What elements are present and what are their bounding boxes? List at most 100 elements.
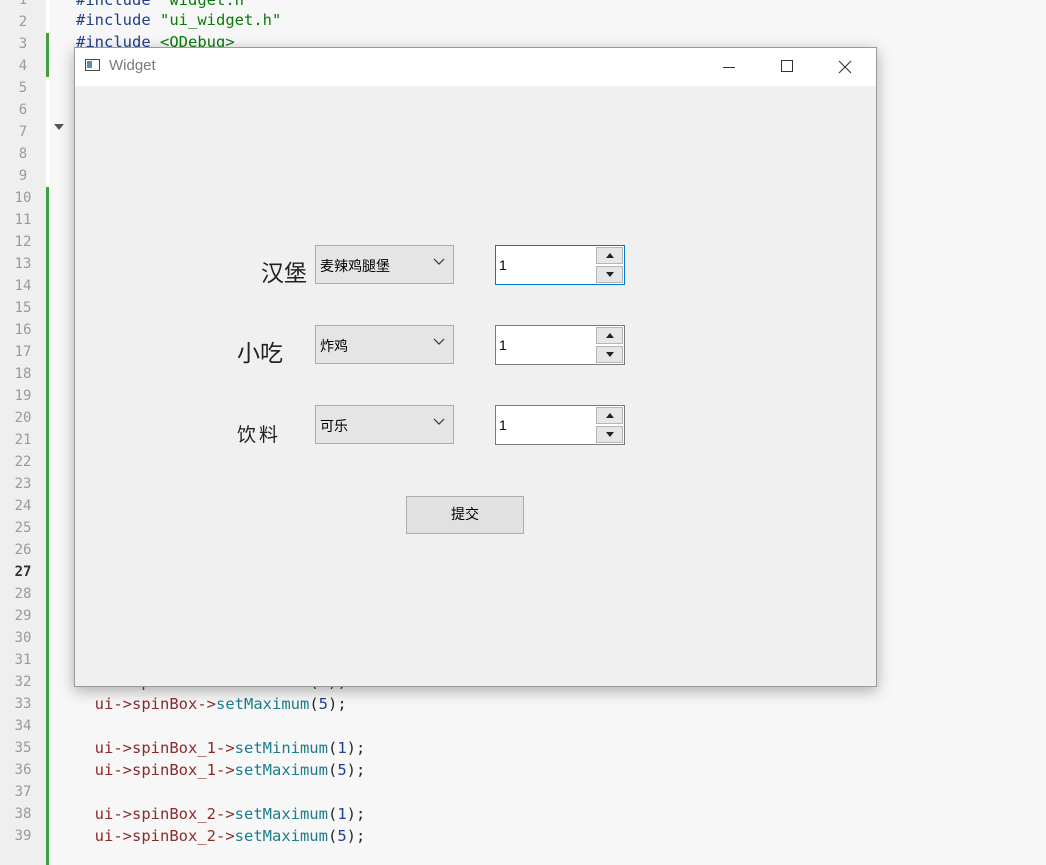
line-number: 17 bbox=[14, 344, 32, 360]
line-number: 16 bbox=[14, 322, 32, 338]
spinbox-buttons bbox=[596, 407, 623, 443]
code-line[interactable]: ui->spinBox_1->setMaximum(5); bbox=[76, 759, 366, 781]
combo-drink[interactable]: 可乐 bbox=[315, 405, 454, 444]
change-marker bbox=[46, 33, 49, 77]
line-number: 21 bbox=[14, 432, 32, 448]
line-number: 13 bbox=[14, 256, 32, 272]
code-line[interactable]: ui->spinBox->setMaximum(5); bbox=[76, 693, 347, 715]
widget-client-area: 汉堡 麦辣鸡腿堡 1 小吃 炸鸡 1 饮料 可乐 1 提交 bbox=[75, 86, 876, 686]
code-punct: ( bbox=[309, 695, 319, 713]
line-number: 2 bbox=[18, 14, 28, 30]
code-punct: ); bbox=[346, 805, 366, 823]
line-number: 36 bbox=[14, 762, 32, 778]
line-number: 25 bbox=[14, 520, 32, 536]
arrow-down-icon bbox=[606, 352, 614, 357]
maximize-button[interactable] bbox=[758, 48, 816, 86]
code-punct: ); bbox=[346, 739, 366, 757]
code-line[interactable]: ui->spinBox_1->setMinimum(1); bbox=[76, 737, 366, 759]
chevron-down-icon bbox=[433, 338, 445, 345]
spin-down-button[interactable] bbox=[596, 426, 623, 443]
line-number: 27 bbox=[14, 564, 32, 580]
label-snack: 小吃 bbox=[237, 341, 283, 367]
code-object: ui->spinBox_1-> bbox=[94, 761, 235, 779]
title-bar[interactable]: Widget bbox=[75, 48, 876, 86]
code-number: 5 bbox=[318, 695, 329, 713]
spinbox-drink-value: 1 bbox=[499, 417, 507, 433]
code-number: 1 bbox=[337, 739, 347, 757]
spinbox-drink[interactable]: 1 bbox=[495, 405, 625, 445]
line-number: 10 bbox=[14, 190, 32, 206]
line-number: 30 bbox=[14, 630, 32, 646]
code-line[interactable]: ui->spinBox_2->setMaximum(1); bbox=[76, 803, 366, 825]
code-punct: ); bbox=[346, 827, 366, 845]
line-number: 37 bbox=[14, 784, 32, 800]
line-number: 24 bbox=[14, 498, 32, 514]
spinbox-buttons bbox=[596, 327, 623, 363]
line-number: 39 bbox=[14, 828, 32, 844]
code-object: ui->spinBox_2-> bbox=[94, 805, 235, 823]
line-number: 31 bbox=[14, 652, 32, 668]
line-number: 29 bbox=[14, 608, 32, 624]
code-object: ui->spinBox_2-> bbox=[94, 827, 235, 845]
line-number: 18 bbox=[14, 366, 32, 382]
spinbox-burger[interactable]: 1 bbox=[495, 245, 625, 285]
spin-down-button[interactable] bbox=[596, 266, 623, 283]
code-punct: ( bbox=[327, 827, 338, 845]
label-burger: 汉堡 bbox=[261, 261, 307, 287]
line-number: 6 bbox=[18, 102, 28, 118]
spinbox-buttons bbox=[596, 247, 623, 283]
code-function: setMinimum bbox=[234, 739, 328, 757]
combo-drink-value: 可乐 bbox=[320, 418, 348, 434]
spin-up-button[interactable] bbox=[596, 247, 623, 264]
code-number: 5 bbox=[337, 827, 347, 845]
combo-snack[interactable]: 炸鸡 bbox=[315, 325, 454, 364]
line-number: 14 bbox=[14, 278, 32, 294]
spin-up-button[interactable] bbox=[596, 327, 623, 344]
code-keyword: #include bbox=[76, 11, 160, 29]
code-punct: ( bbox=[327, 805, 338, 823]
code-function: setMaximum bbox=[234, 761, 328, 779]
code-string: "widget.h" bbox=[160, 0, 254, 9]
line-number: 38 bbox=[14, 806, 32, 822]
arrow-up-icon bbox=[606, 333, 614, 338]
label-drink: 饮料 bbox=[237, 424, 282, 446]
combo-burger-value: 麦辣鸡腿堡 bbox=[320, 258, 390, 274]
arrow-up-icon bbox=[606, 253, 614, 258]
line-number: 35 bbox=[14, 740, 32, 756]
code-line[interactable]: ui->spinBox_2->setMaximum(5); bbox=[76, 825, 366, 847]
line-number: 23 bbox=[14, 476, 32, 492]
qt-window-icon bbox=[85, 59, 100, 71]
line-number: 32 bbox=[14, 674, 32, 690]
code-number: 1 bbox=[337, 805, 347, 823]
chevron-down-icon bbox=[433, 258, 445, 265]
submit-button[interactable]: 提交 bbox=[406, 496, 524, 534]
line-number: 28 bbox=[14, 586, 32, 602]
combo-burger[interactable]: 麦辣鸡腿堡 bbox=[315, 245, 454, 284]
close-button[interactable] bbox=[816, 48, 874, 86]
window-title: Widget bbox=[109, 57, 156, 74]
spin-up-button[interactable] bbox=[596, 407, 623, 424]
minimize-button[interactable] bbox=[700, 48, 758, 86]
arrow-down-icon bbox=[606, 272, 614, 277]
widget-window[interactable]: Widget 汉堡 麦辣鸡腿堡 1 小吃 炸鸡 1 饮料 可乐 1 提交 bbox=[74, 47, 877, 687]
code-object: ui->spinBox-> bbox=[94, 695, 216, 713]
chevron-down-icon bbox=[433, 418, 445, 425]
line-number: 1 bbox=[18, 0, 28, 8]
spin-down-button[interactable] bbox=[596, 346, 623, 363]
code-punct: ); bbox=[328, 695, 347, 713]
spinbox-snack[interactable]: 1 bbox=[495, 325, 625, 365]
code-string: "ui_widget.h" bbox=[160, 11, 282, 29]
change-marker bbox=[46, 187, 49, 865]
line-number: 34 bbox=[14, 718, 32, 734]
arrow-up-icon bbox=[606, 413, 614, 418]
line-number: 11 bbox=[14, 212, 32, 228]
code-line[interactable]: #include "ui_widget.h" bbox=[76, 9, 281, 31]
line-number: 26 bbox=[14, 542, 32, 558]
close-icon bbox=[838, 60, 852, 74]
line-number: 9 bbox=[18, 168, 28, 184]
line-number: 20 bbox=[14, 410, 32, 426]
code-function: setMaximum bbox=[216, 695, 310, 713]
code-function: setMaximum bbox=[234, 827, 328, 845]
fold-arrow-icon[interactable] bbox=[54, 124, 64, 130]
line-number: 3 bbox=[18, 36, 28, 52]
